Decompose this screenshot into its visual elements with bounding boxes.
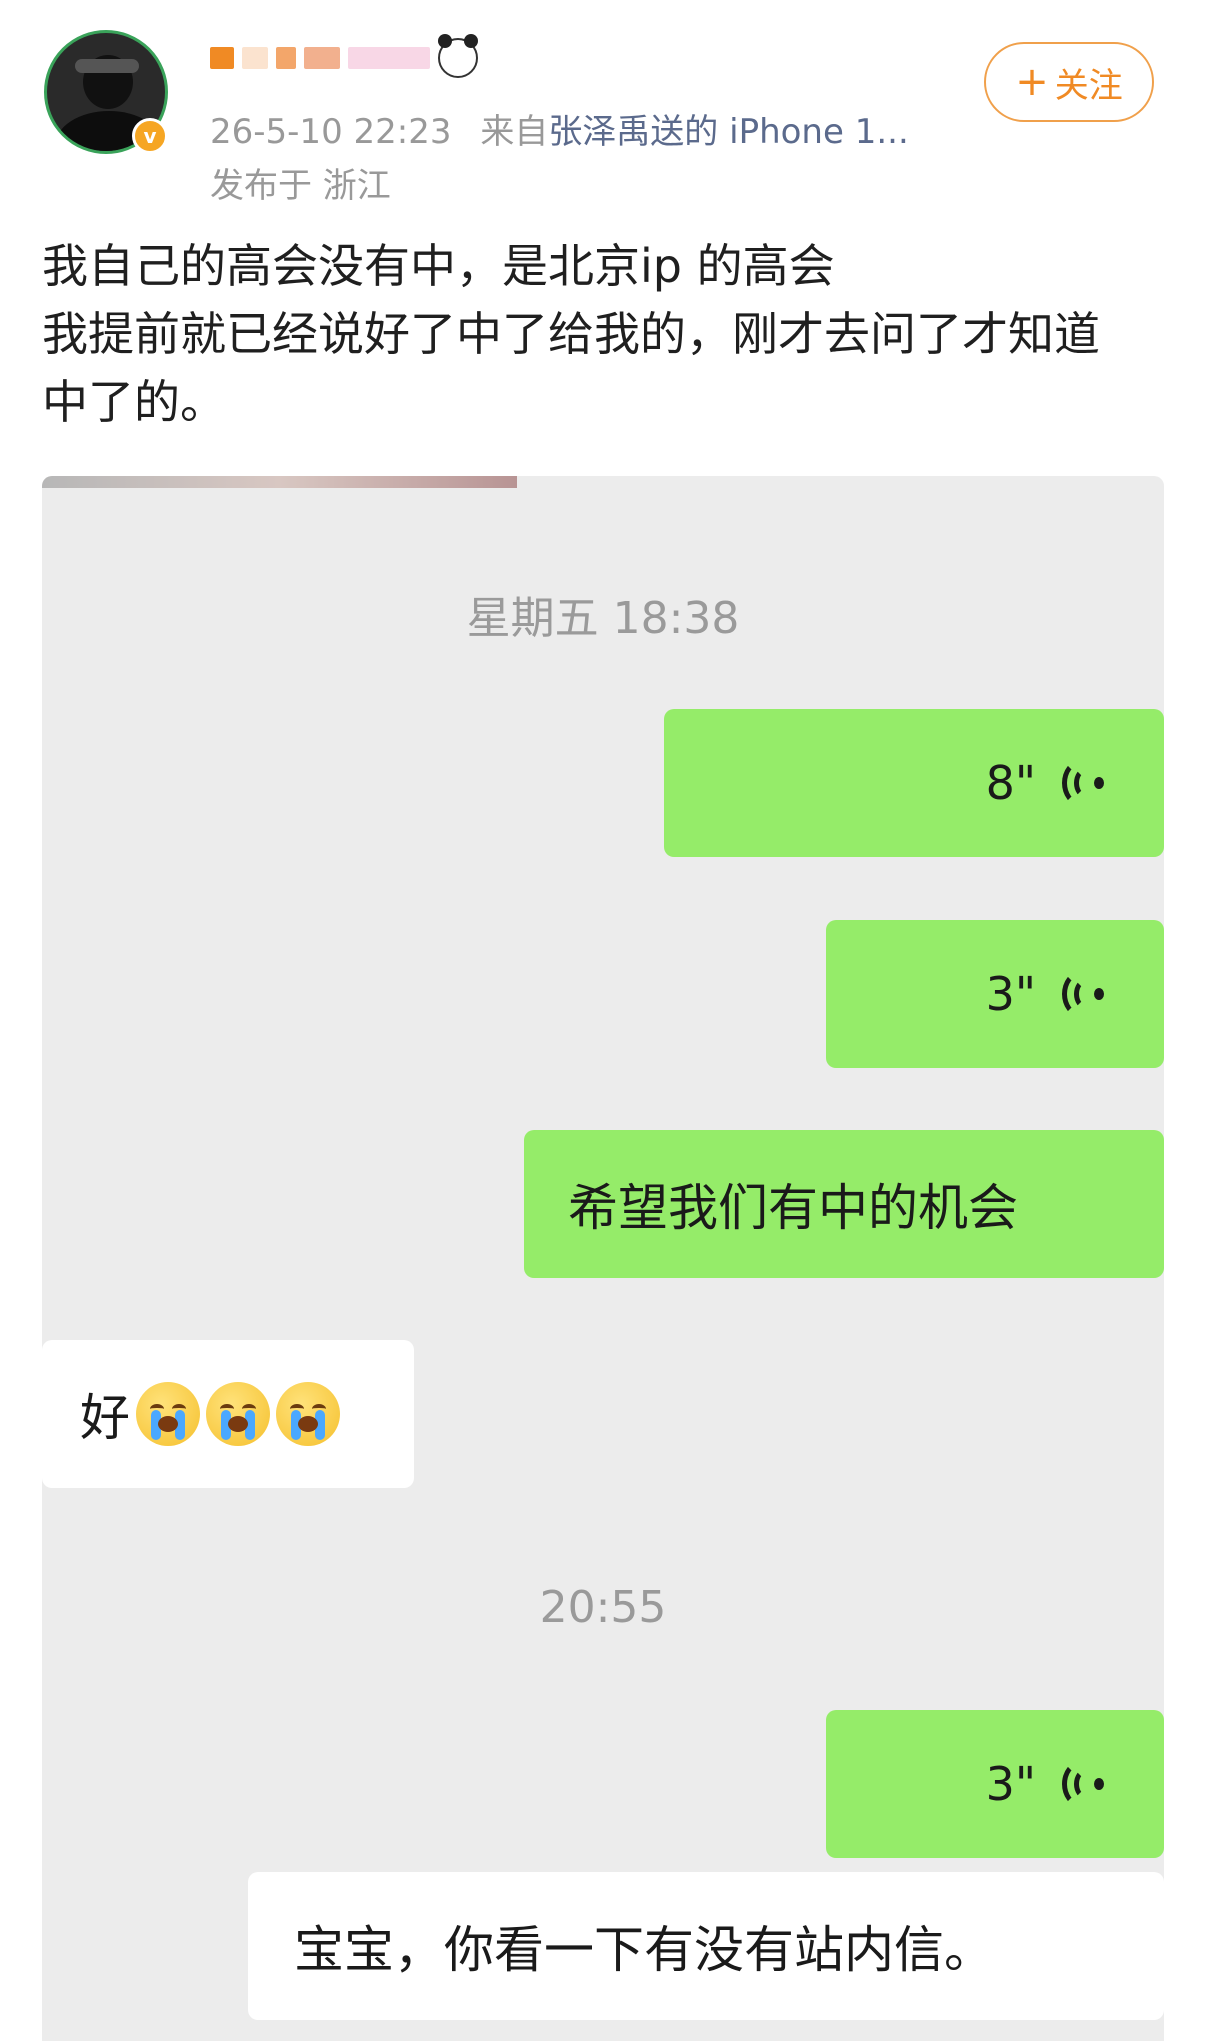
- voice-message-bubble[interactable]: 3": [826, 1710, 1164, 1858]
- verified-badge-icon: v: [132, 118, 168, 154]
- chat-timestamp: 20:55: [539, 1582, 667, 1633]
- post-line: 我提前就已经说好了中了给我的，刚才去问了才知道: [42, 307, 1100, 361]
- source-link[interactable]: 张泽禹送的 iPhone 1...: [548, 112, 908, 152]
- source-prefix: 来自: [480, 112, 549, 152]
- redacted-block: [276, 47, 296, 69]
- crying-emoji-icon: [206, 1382, 270, 1446]
- message-text: 宝宝，你看一下有没有站内信。: [294, 1921, 994, 1979]
- avatar-goggles: [75, 59, 139, 73]
- voice-message-bubble[interactable]: 8": [664, 709, 1164, 857]
- post-line: 中了的。: [42, 375, 226, 429]
- plus-icon: +: [1015, 59, 1049, 105]
- voice-wave-icon: [1062, 1761, 1104, 1807]
- post-meta: 26-5-10 22:23 来自张泽禹送的 iPhone 1...: [210, 104, 909, 153]
- message-text: 希望我们有中的机会: [568, 1179, 1018, 1237]
- received-text-bubble[interactable]: 宝宝，你看一下有没有站内信。: [248, 1872, 1164, 2020]
- username-redacted[interactable]: [210, 34, 478, 78]
- post-body: 我自己的高会没有中，是北京ip 的高会 我提前就已经说好了中了给我的，刚才去问了…: [42, 232, 1162, 436]
- post-date: 26-5-10 22:23: [210, 112, 452, 152]
- redacted-block: [304, 47, 340, 69]
- sent-text-bubble[interactable]: 希望我们有中的机会: [524, 1130, 1164, 1278]
- received-text-bubble[interactable]: 好: [42, 1340, 414, 1488]
- panda-icon: [438, 34, 478, 78]
- redacted-block: [210, 47, 234, 69]
- voice-duration: 8": [985, 756, 1036, 810]
- voice-wave-icon: [1062, 760, 1104, 806]
- image-top-strip: [42, 476, 517, 488]
- chat-screenshot-image[interactable]: 星期五 18:38 8" 3" 希望我们有中的机会 好 20:55 3" 宝宝，…: [42, 476, 1164, 2041]
- post-line: 我自己的高会没有中，是北京ip 的高会: [42, 239, 835, 293]
- redacted-block: [242, 47, 268, 69]
- follow-label: 关注: [1054, 65, 1123, 106]
- ip-location: 发布于 浙江: [210, 166, 391, 206]
- crying-emoji-icon: [276, 1382, 340, 1446]
- chat-timestamp: 星期五 18:38: [466, 593, 740, 644]
- voice-duration: 3": [985, 1757, 1036, 1811]
- voice-duration: 3": [985, 967, 1036, 1021]
- follow-button[interactable]: + 关注: [984, 42, 1154, 122]
- voice-wave-icon: [1062, 971, 1104, 1017]
- medal-badge-icon: [348, 47, 430, 69]
- crying-emoji-icon: [136, 1382, 200, 1446]
- voice-message-bubble[interactable]: 3": [826, 920, 1164, 1068]
- message-text: 好: [80, 1389, 130, 1447]
